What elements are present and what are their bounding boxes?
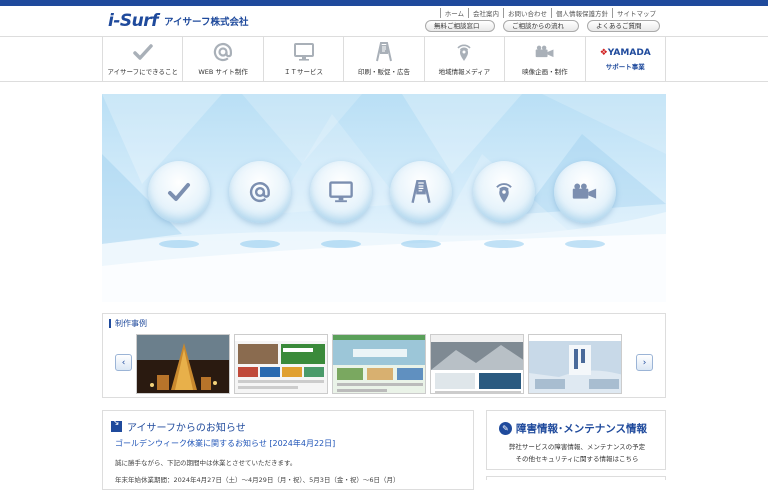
festival-photo [137, 335, 229, 393]
arrow-box-icon [111, 418, 122, 432]
wrench-icon: ✎ [499, 422, 512, 435]
nav-label: サポート事業 [605, 62, 645, 71]
nav-item-print[interactable]: 印刷・販促・広告 [343, 37, 423, 81]
work-thumbnail[interactable] [136, 334, 230, 394]
faq-button[interactable]: よくあるご質問 [587, 20, 660, 32]
company-name: アイサーフ株式会社 [164, 17, 249, 28]
util-link-contact[interactable]: お問い合わせ [503, 8, 551, 18]
website-screenshot [333, 335, 425, 393]
util-link-privacy[interactable]: 個人情報保護方針 [551, 8, 612, 18]
consultation-flow-button[interactable]: ご相談からの流れ [503, 20, 579, 32]
website-screenshot [529, 335, 621, 393]
works-title: 制作事例 [109, 318, 147, 329]
maintenance-heading: ✎ 障害情報･メンテナンス情報 [499, 421, 647, 436]
easel-icon [373, 42, 395, 62]
maintenance-info-box[interactable]: ✎ 障害情報･メンテナンス情報 弊社サービスの障害情報、メンテナンスの予定 その… [486, 410, 666, 470]
yamada-logo: ❖YAMADA [599, 47, 651, 58]
nav-label: ＩＴサービス [284, 68, 324, 76]
nav-item-media[interactable]: 地域情報メディア [423, 37, 504, 81]
news-heading: アイサーフからのお知らせ [111, 418, 246, 434]
news-body: 誠に勝手ながら、下記の期間中は休業とさせていただきます。 [115, 459, 297, 467]
maintenance-line-2: その他セキュリティに関する情報はこちら [515, 455, 639, 463]
work-thumbnail[interactable] [528, 334, 622, 394]
check-icon [168, 183, 190, 201]
at-icon [212, 42, 234, 62]
bubble-shadow [240, 240, 280, 248]
news-section: アイサーフからのお知らせ ゴールデンウィーク休業に関するお知らせ [2024年4… [102, 410, 474, 490]
news-title: アイサーフからのお知らせ [127, 423, 246, 434]
hero-banner [102, 94, 666, 302]
hero-bubble-it[interactable] [310, 161, 372, 223]
work-thumbnail[interactable] [332, 334, 426, 394]
nav-label: 印刷・販促・広告 [357, 68, 410, 76]
easel-icon [411, 180, 431, 204]
check-icon [132, 42, 154, 62]
work-thumbnail[interactable] [430, 334, 524, 394]
nav-label: 映像企画・制作 [522, 68, 568, 76]
news-body-period: 年末年始休業期間：2024年4月27日（土）～4月29日（月・祝）、5月3日（金… [115, 476, 400, 484]
works-carousel: 制作事例 ‹ › [102, 313, 666, 398]
at-icon [249, 182, 270, 202]
news-link[interactable]: ゴールデンウィーク休業に関するお知らせ [2024年4月22日] [115, 438, 335, 449]
nav-label: アイサーフにできること [107, 68, 179, 76]
util-link-home[interactable]: ホーム [439, 8, 468, 18]
hero-bubble-media[interactable] [473, 161, 535, 223]
video-camera-icon [534, 42, 556, 62]
bubble-shadow [484, 240, 524, 248]
hero-bubble-video[interactable] [554, 161, 616, 223]
next-box-edge [486, 476, 666, 480]
hero-bubble-print[interactable] [390, 161, 452, 223]
header-buttons: 無料ご相談窓口 ご相談からの流れ よくあるご質問 [425, 20, 660, 32]
nav-item-it[interactable]: ＩＴサービス [262, 37, 343, 81]
nav-item-web[interactable]: WEB サイト制作 [182, 37, 262, 81]
nav-item-yamada-support[interactable]: ❖YAMADA サポート事業 [584, 37, 666, 81]
nav-item-capabilities[interactable]: アイサーフにできること [102, 37, 182, 81]
location-signal-icon [453, 42, 475, 62]
carousel-next-button[interactable]: › [636, 354, 653, 371]
bubble-shadow [321, 240, 361, 248]
nav-item-video[interactable]: 映像企画・制作 [504, 37, 584, 81]
work-thumbnail[interactable] [234, 334, 328, 394]
nav-label: 地域情報メディア [438, 68, 491, 76]
website-screenshot [431, 335, 523, 393]
monitor-icon [329, 181, 353, 203]
bubble-shadow [401, 240, 441, 248]
util-link-sitemap[interactable]: サイトマップ [612, 8, 660, 18]
monitor-icon [293, 42, 315, 62]
site-header: i-Surf アイサーフ株式会社 ホーム 会社案内 お問い合わせ 個人情報保護方… [0, 6, 768, 36]
video-camera-icon [572, 183, 597, 199]
hero-bubble-web[interactable] [229, 161, 291, 223]
free-consultation-button[interactable]: 無料ご相談窓口 [425, 20, 495, 32]
nav-label: WEB サイト制作 [198, 68, 248, 76]
utility-links: ホーム 会社案内 お問い合わせ 個人情報保護方針 サイトマップ [439, 8, 660, 18]
logo-mark: i-Surf [108, 11, 159, 31]
site-logo[interactable]: i-Surf アイサーフ株式会社 [108, 10, 248, 32]
website-screenshot [235, 335, 327, 393]
hero-bubble-capabilities[interactable] [148, 161, 210, 223]
global-nav: アイサーフにできること WEB サイト制作 ＩＴサービス 印刷・販促・広告 地域… [0, 36, 768, 82]
bubble-shadow [159, 240, 199, 248]
bubble-shadow [565, 240, 605, 248]
maintenance-line-1: 弊社サービスの障害情報、メンテナンスの予定 [508, 443, 646, 451]
location-signal-icon [496, 183, 512, 203]
carousel-prev-button[interactable]: ‹ [115, 354, 132, 371]
util-link-company[interactable]: 会社案内 [468, 8, 503, 18]
maintenance-title: 障害情報･メンテナンス情報 [516, 423, 648, 435]
